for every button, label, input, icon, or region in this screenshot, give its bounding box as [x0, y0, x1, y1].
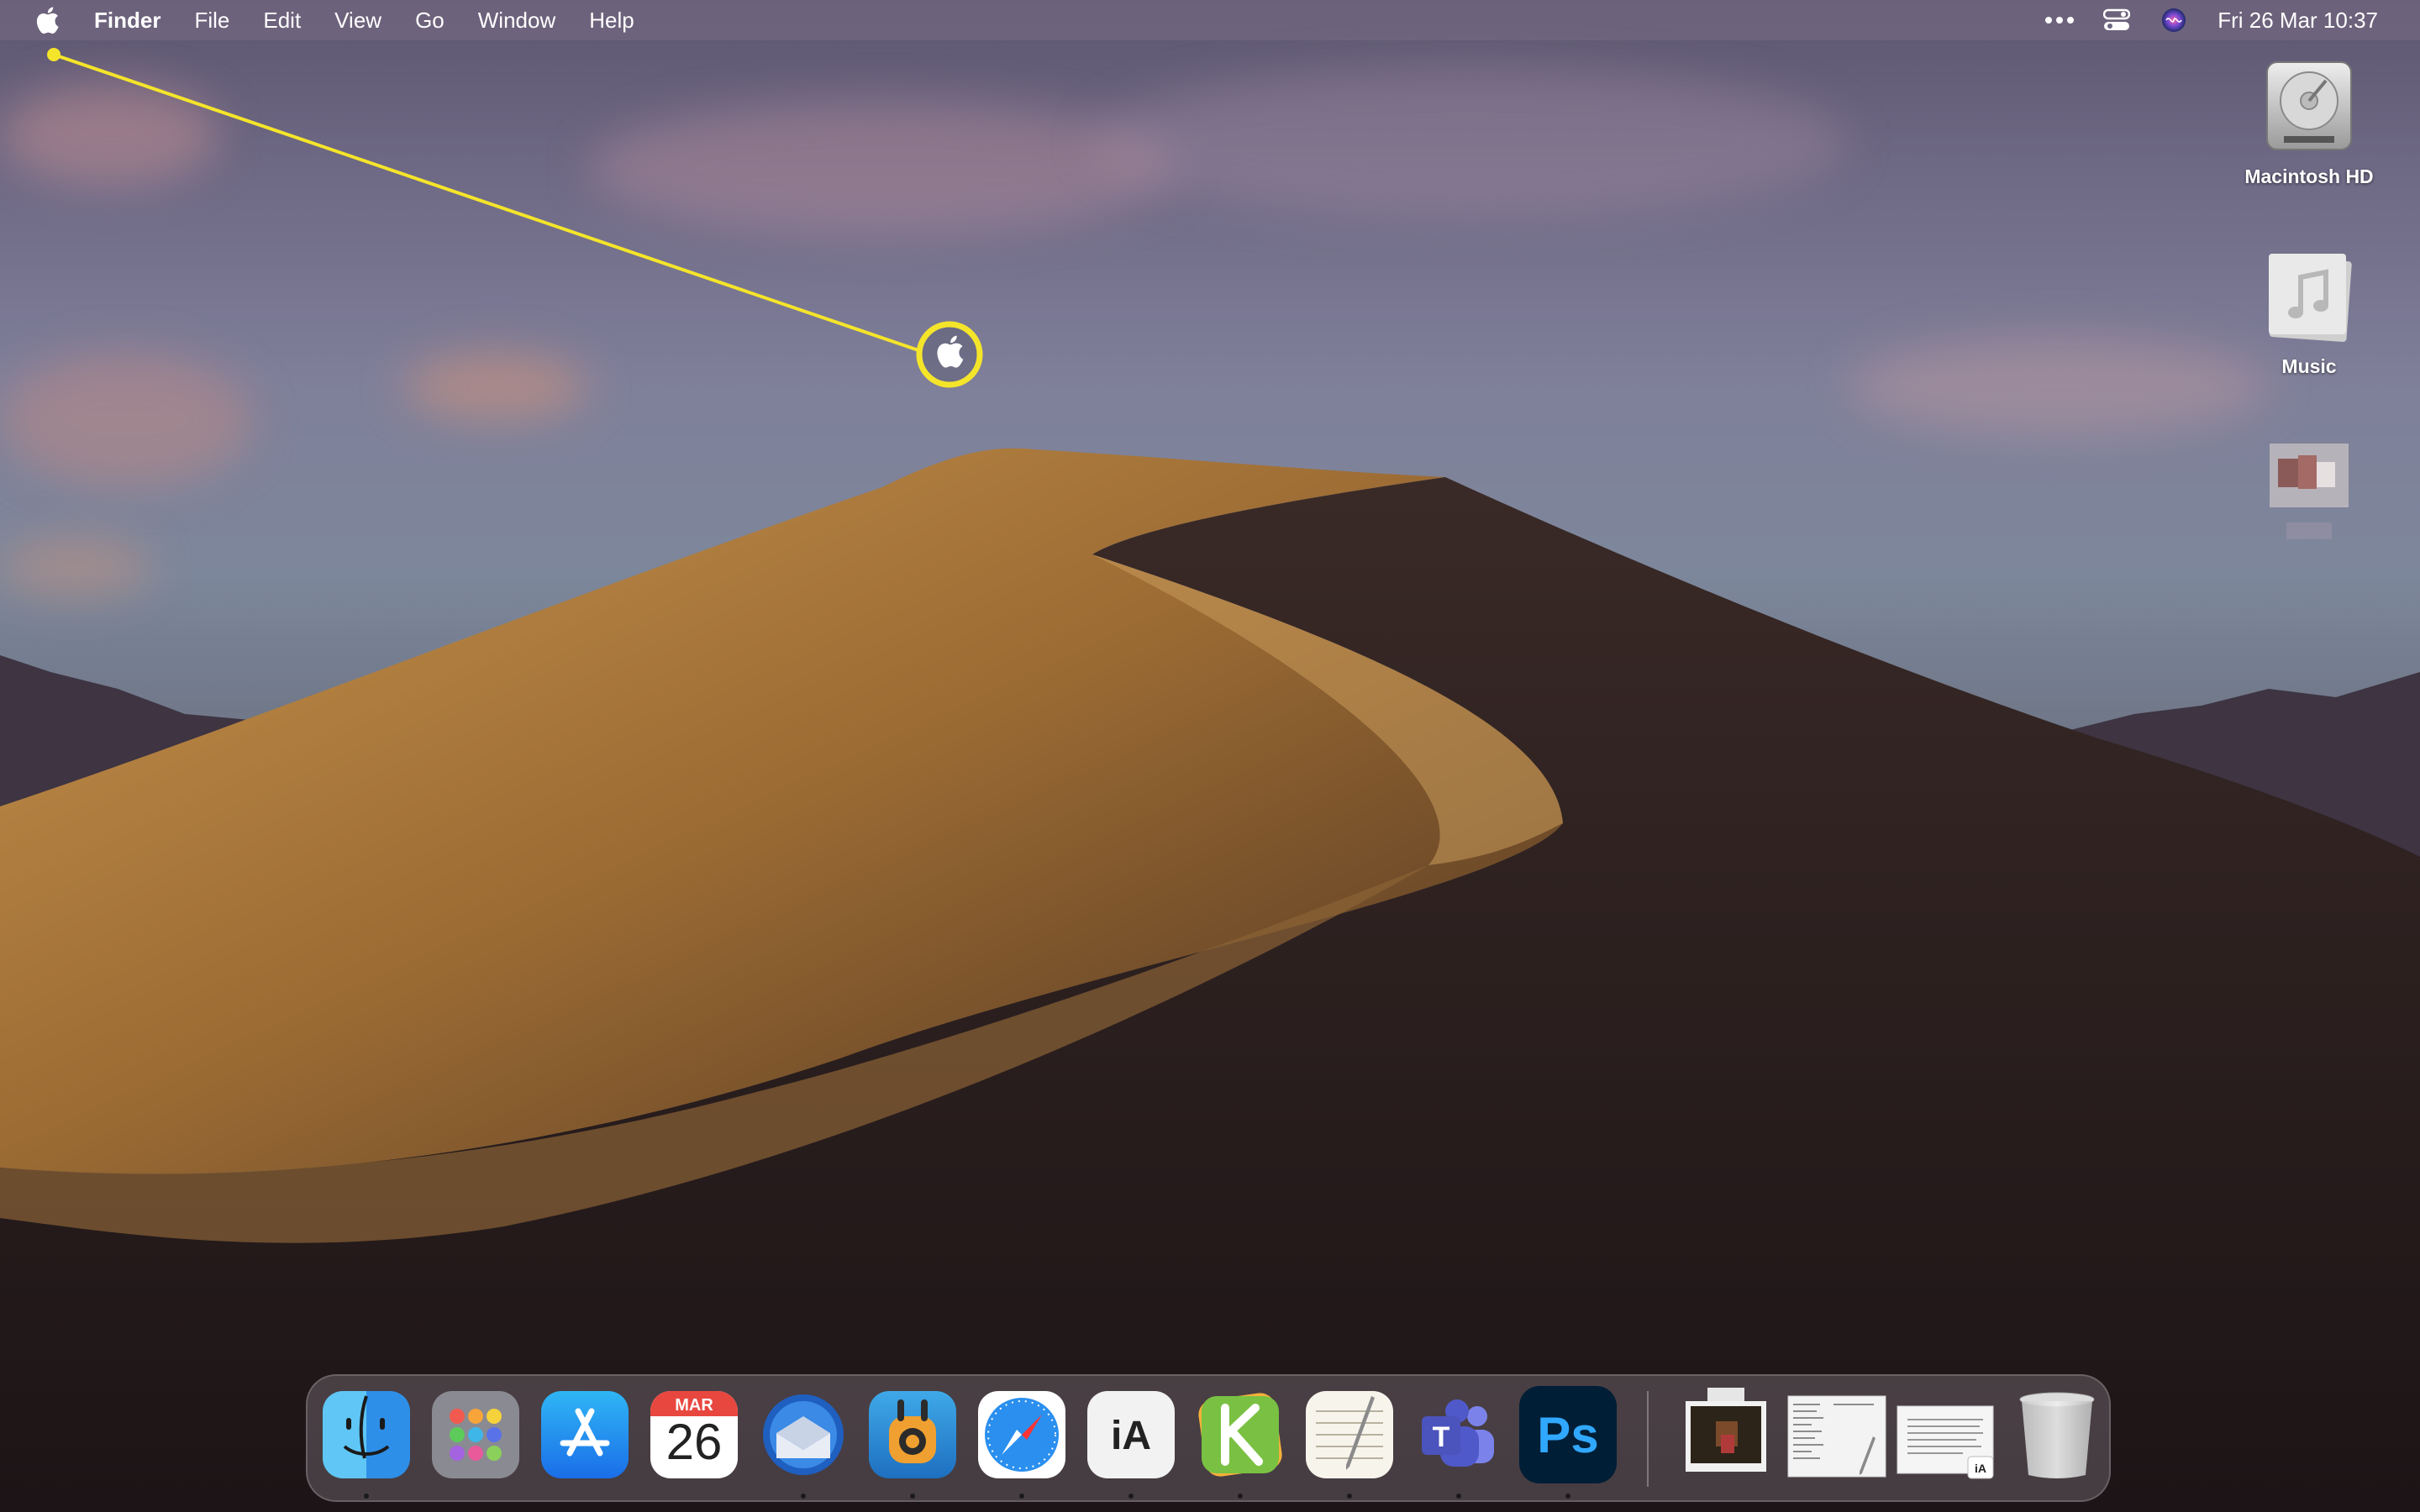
dock-ia-writer[interactable]: iA	[1087, 1391, 1175, 1478]
dock-k-app[interactable]	[1197, 1391, 1284, 1478]
ia-writer-icon: iA	[1111, 1414, 1151, 1458]
menu-file[interactable]: File	[177, 0, 246, 40]
trash-icon	[2019, 1392, 2095, 1478]
running-indicator	[1238, 1494, 1243, 1499]
hard-drive-icon	[2266, 61, 2352, 150]
k-app-icon	[1198, 1393, 1282, 1477]
cloud	[1092, 67, 1849, 218]
cloud	[0, 84, 218, 185]
dock-separator	[1647, 1391, 1649, 1487]
running-indicator	[801, 1494, 806, 1499]
desktop-icon-blurred-file[interactable]	[2225, 438, 2393, 569]
apple-logo-icon	[36, 7, 59, 34]
teams-label: T	[1432, 1421, 1450, 1453]
dock-stack-photo[interactable]	[1682, 1388, 1770, 1475]
menu-go[interactable]: Go	[398, 0, 461, 40]
apple-menu[interactable]	[27, 0, 67, 40]
menu-view[interactable]: View	[318, 0, 398, 40]
dock-safari[interactable]	[978, 1391, 1065, 1478]
menu-bar: Finder File Edit View Go Window Help Fri…	[0, 0, 2420, 40]
dock-trash[interactable]	[2013, 1388, 2101, 1478]
photo-thumbnail-icon	[1686, 1388, 1766, 1472]
dock-stack-ia-document[interactable]: iA	[1896, 1404, 1995, 1492]
desktop-icon-macintosh-hd[interactable]: Macintosh HD	[2225, 55, 2393, 188]
cloud	[403, 353, 588, 420]
dock-photoshop[interactable]: Ps	[1519, 1386, 1617, 1483]
thunderbird-icon	[763, 1394, 844, 1475]
dock-calendar[interactable]: MAR 26	[650, 1391, 738, 1478]
running-indicator	[1019, 1494, 1024, 1499]
more-dots-icon[interactable]	[2043, 3, 2076, 37]
app-store-icon	[560, 1408, 610, 1457]
cloud	[1849, 336, 2269, 437]
dock-textedit[interactable]	[1306, 1391, 1393, 1478]
photoshop-icon: Ps	[1537, 1407, 1599, 1463]
dock-thunderbird[interactable]	[760, 1391, 847, 1478]
dock-teams[interactable]: T	[1415, 1391, 1502, 1478]
desktop-icon-label: Macintosh HD	[2244, 165, 2374, 187]
running-indicator	[1128, 1494, 1134, 1499]
running-indicator	[1347, 1494, 1352, 1499]
dock-launchpad[interactable]	[432, 1391, 519, 1478]
cloud	[588, 101, 1176, 235]
menu-window[interactable]: Window	[461, 0, 572, 40]
calendar-day: 26	[666, 1414, 723, 1470]
dock-finder[interactable]	[323, 1391, 410, 1478]
desktop-icon-label: Music	[2281, 355, 2337, 377]
siri-icon[interactable]	[2157, 3, 2191, 37]
control-center-icon[interactable]	[2100, 3, 2133, 37]
desktop-icon-music[interactable]: Music	[2225, 245, 2393, 378]
cloud	[0, 353, 252, 487]
menu-finder[interactable]: Finder	[67, 0, 177, 40]
cloud	[0, 538, 151, 596]
launchpad-icon	[450, 1409, 502, 1461]
running-indicator	[364, 1494, 369, 1499]
running-indicator	[1565, 1494, 1570, 1499]
dock-stack-document[interactable]	[1786, 1394, 1887, 1482]
finder-icon	[343, 1395, 390, 1459]
svg-text:iA: iA	[1975, 1462, 1986, 1475]
dock-tweetbot[interactable]	[869, 1391, 956, 1478]
menu-edit[interactable]: Edit	[246, 0, 318, 40]
textedit-icon	[1316, 1396, 1383, 1470]
document-thumbnail-icon	[1787, 1395, 1886, 1478]
running-indicator	[1456, 1494, 1461, 1499]
menu-help[interactable]: Help	[572, 0, 650, 40]
menu-clock[interactable]: Fri 26 Mar 10:37	[2217, 8, 2378, 34]
safari-icon	[985, 1398, 1059, 1472]
dock-app-store[interactable]	[541, 1391, 629, 1478]
ia-document-thumbnail-icon: iA	[1897, 1405, 1994, 1479]
blurred-file-icon	[2270, 444, 2349, 539]
desktop-wallpaper	[0, 448, 2420, 1512]
tweetbot-icon	[889, 1399, 936, 1463]
music-folder-icon	[2269, 254, 2352, 342]
running-indicator	[910, 1494, 915, 1499]
